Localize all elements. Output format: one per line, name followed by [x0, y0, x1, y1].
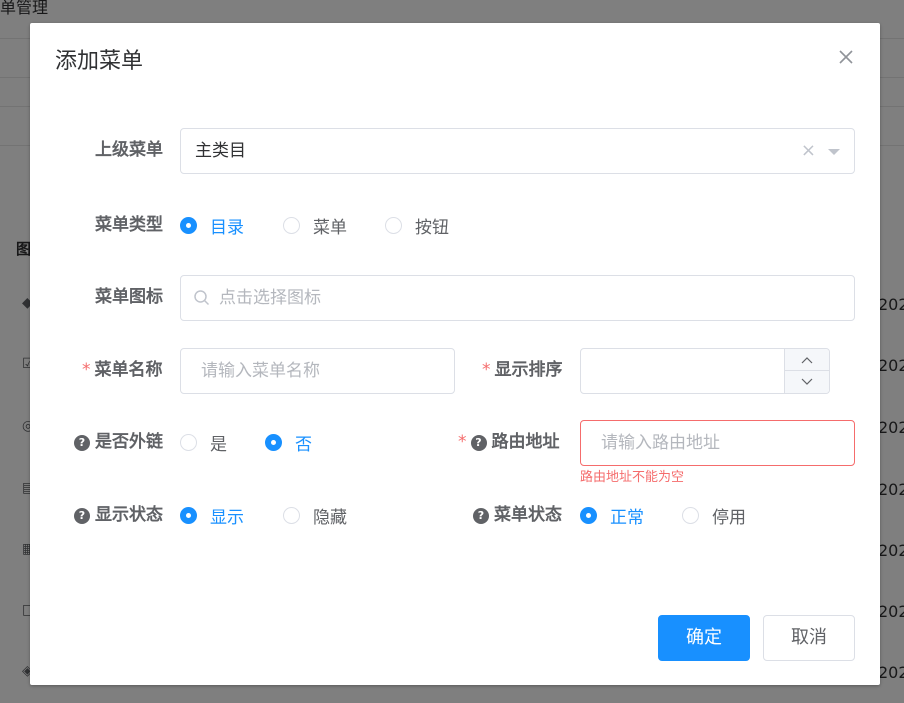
chevron-down-icon: [801, 378, 813, 385]
menu-status-label-text: 菜单状态: [494, 505, 562, 525]
route-path-error: 路由地址不能为空: [580, 470, 685, 485]
visible-status-label: ? 显示状态: [74, 503, 163, 527]
decrease-button[interactable]: [785, 371, 829, 393]
radio-dot: [265, 434, 282, 451]
question-icon: ?: [74, 435, 90, 451]
radio-label: 按钮: [415, 218, 449, 238]
radio-visible-show[interactable]: 显示: [180, 503, 244, 528]
radio-visible-hide[interactable]: 隐藏: [283, 503, 347, 528]
menu-status-label: ? 菜单状态: [473, 503, 562, 527]
clear-icon[interactable]: ×: [801, 142, 816, 160]
chevron-down-icon: [828, 149, 840, 155]
question-icon: ?: [470, 435, 487, 451]
radio-dot: [385, 217, 402, 234]
menu-icon-input[interactable]: 点击选择图标: [180, 275, 855, 321]
dialog-title: 添加菜单: [55, 49, 144, 74]
radio-status-disabled[interactable]: 停用: [682, 503, 746, 528]
menu-icon-placeholder: 点击选择图标: [219, 288, 321, 308]
required-mark: *: [82, 360, 91, 380]
route-path-input[interactable]: 请输入路由地址: [580, 420, 855, 466]
radio-external-no[interactable]: 否: [265, 430, 312, 455]
radio-dot: [180, 507, 197, 524]
add-menu-dialog: 添加菜单 上级菜单 主类目 × 菜单类型 目录 菜单 按钮 菜单图标 点击选择图…: [30, 23, 880, 685]
confirm-button[interactable]: 确定: [658, 615, 750, 661]
radio-label: 停用: [712, 508, 746, 528]
chevron-up-icon: [801, 356, 813, 363]
radio-label: 是: [210, 435, 227, 455]
display-order-label: * 显示排序: [482, 358, 563, 382]
radio-label: 显示: [210, 508, 244, 528]
is-external-label: ? 是否外链: [74, 430, 163, 454]
close-button[interactable]: [838, 49, 854, 65]
radio-label: 目录: [210, 218, 244, 238]
route-path-label-text: 路由地址: [491, 432, 560, 452]
stepper-buttons: [784, 349, 829, 393]
question-icon: ?: [74, 508, 90, 524]
display-order-label-text: 显示排序: [494, 360, 563, 380]
radio-menu-type-menu[interactable]: 菜单: [283, 213, 347, 238]
radio-menu-type-directory[interactable]: 目录: [180, 213, 244, 238]
parent-menu-value: 主类目: [195, 141, 246, 161]
menu-icon-label: 菜单图标: [95, 287, 163, 307]
radio-dot: [283, 507, 300, 524]
radio-dot: [283, 217, 300, 234]
parent-menu-select[interactable]: 主类目 ×: [180, 128, 855, 174]
menu-name-label-text: 菜单名称: [94, 360, 163, 380]
radio-label: 隐藏: [313, 508, 347, 528]
radio-label: 否: [295, 435, 312, 455]
search-icon: [194, 290, 210, 306]
menu-name-input[interactable]: 请输入菜单名称: [180, 348, 455, 394]
menu-type-label: 菜单类型: [95, 215, 163, 235]
menu-name-placeholder: 请输入菜单名称: [201, 361, 320, 381]
is-external-label-text: 是否外链: [95, 432, 163, 452]
visible-status-label-text: 显示状态: [95, 505, 163, 525]
required-mark: *: [458, 432, 467, 452]
increase-button[interactable]: [785, 349, 829, 371]
display-order-stepper[interactable]: [580, 348, 830, 394]
radio-label: 正常: [610, 508, 644, 528]
radio-dot: [180, 434, 197, 451]
menu-name-label: * 菜单名称: [82, 358, 163, 382]
route-path-label: *? 路由地址: [458, 430, 560, 454]
radio-dot: [682, 507, 699, 524]
radio-label: 菜单: [313, 218, 347, 238]
question-icon: ?: [473, 508, 489, 524]
route-path-placeholder: 请输入路由地址: [601, 433, 720, 453]
parent-menu-label: 上级菜单: [95, 140, 163, 160]
radio-status-normal[interactable]: 正常: [580, 503, 644, 528]
close-icon: [839, 50, 853, 64]
radio-dot: [180, 217, 197, 234]
cancel-button[interactable]: 取消: [763, 615, 855, 661]
required-mark: *: [482, 360, 491, 380]
radio-dot: [580, 507, 597, 524]
radio-menu-type-button[interactable]: 按钮: [385, 213, 449, 238]
radio-external-yes[interactable]: 是: [180, 430, 227, 455]
